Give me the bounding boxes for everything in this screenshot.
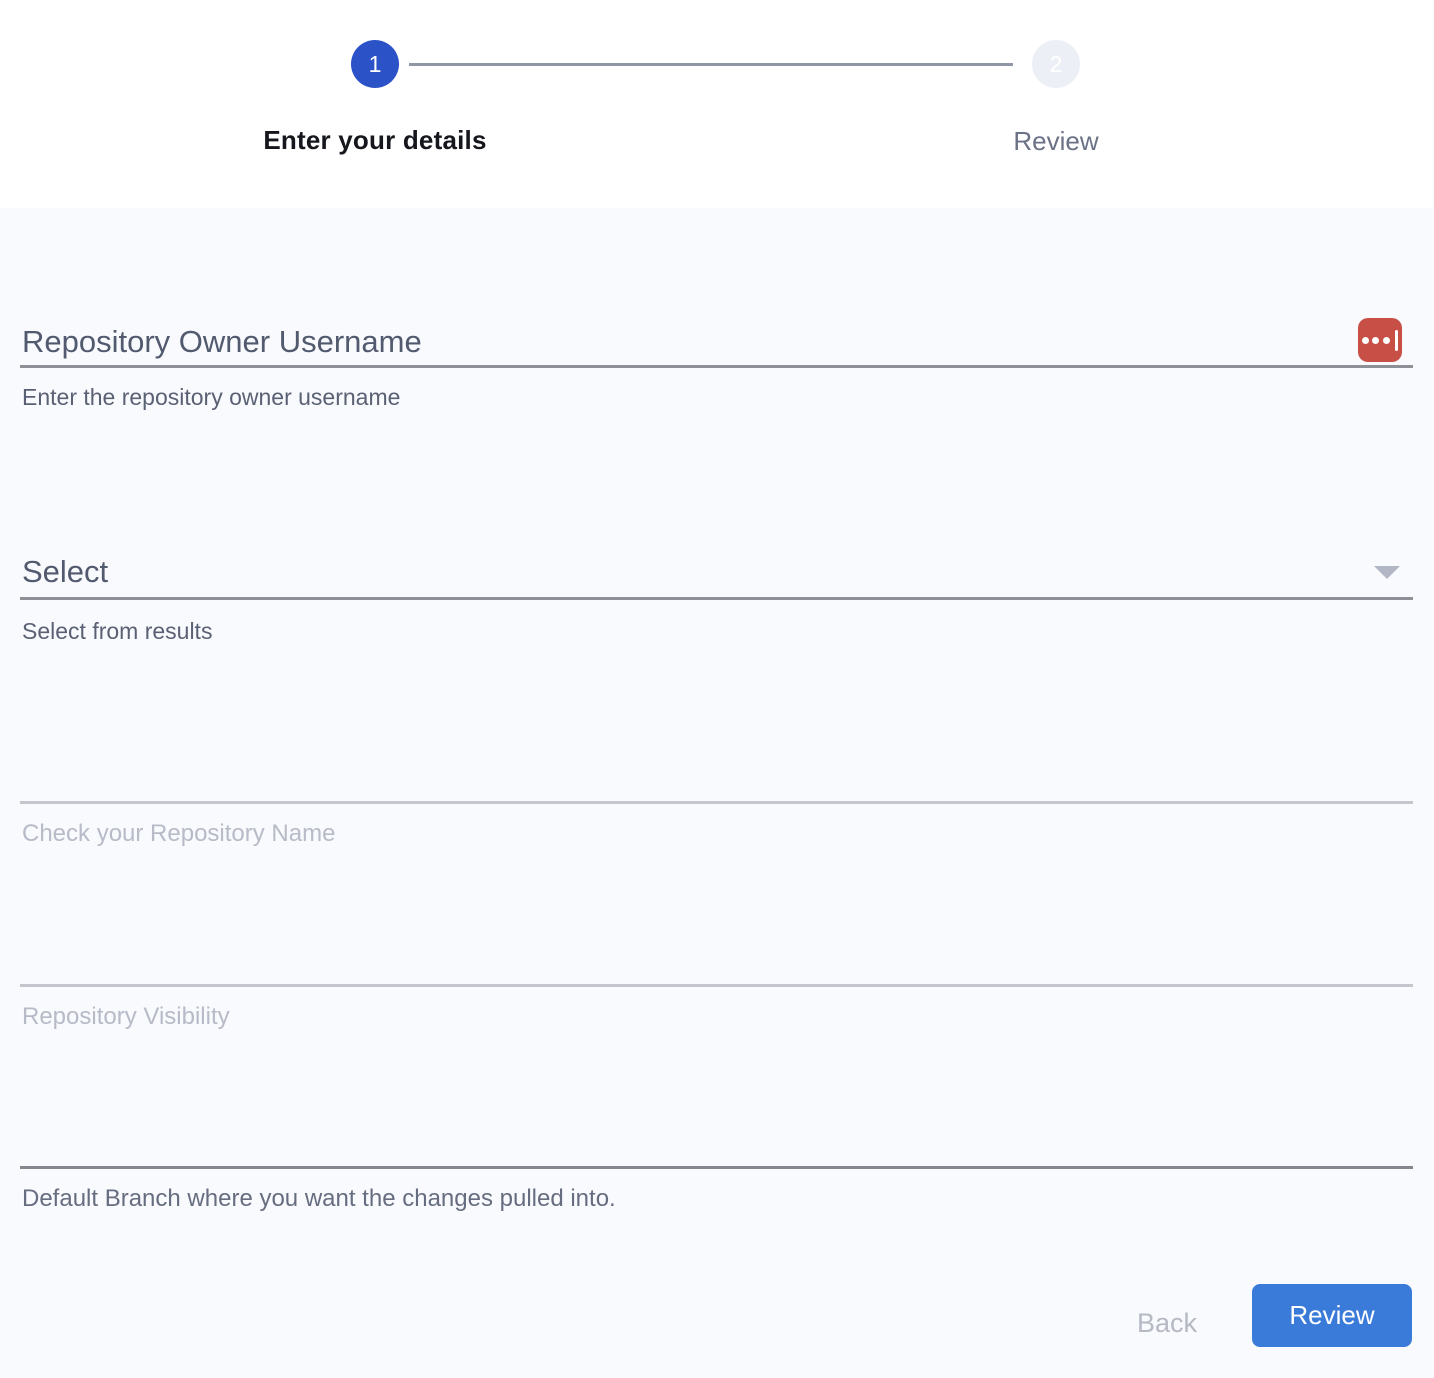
select-field-helper-text: Select from results: [22, 618, 212, 645]
stepper-header: 1 2 Enter your details Review: [0, 0, 1434, 208]
owner-field-underline: [20, 365, 1413, 368]
chevron-down-icon[interactable]: [1374, 566, 1400, 579]
repo-name-field[interactable]: Check your Repository Name: [22, 820, 335, 848]
repository-owner-username-input[interactable]: Repository Owner Username: [22, 324, 422, 360]
password-manager-icon-dot: [1362, 337, 1369, 344]
password-manager-icon-caret: [1395, 330, 1398, 351]
back-button[interactable]: Back: [1102, 1298, 1232, 1348]
step-1-number: 1: [369, 51, 382, 78]
password-manager-icon-dot: [1372, 337, 1379, 344]
step-2-indicator[interactable]: 2: [1032, 40, 1080, 88]
repository-select-dropdown[interactable]: Select: [22, 554, 108, 590]
review-button[interactable]: Review: [1252, 1284, 1412, 1347]
details-form: Repository Owner Username Enter the repo…: [0, 208, 1434, 1378]
stepper-connector-line: [409, 63, 1013, 66]
password-manager-icon-dot: [1383, 337, 1390, 344]
step-2-number: 2: [1050, 51, 1063, 78]
repo-visibility-field-underline: [20, 984, 1413, 987]
select-field-underline: [20, 597, 1413, 600]
owner-field-helper-text: Enter the repository owner username: [22, 384, 400, 411]
step-1-label: Enter your details: [175, 125, 575, 156]
wizard-screen: 1 2 Enter your details Review Repository…: [0, 0, 1434, 1378]
default-branch-helper-text: Default Branch where you want the change…: [22, 1185, 616, 1213]
repo-name-field-underline: [20, 801, 1413, 804]
step-1-indicator[interactable]: 1: [351, 40, 399, 88]
password-manager-icon[interactable]: [1358, 318, 1402, 362]
step-2-label: Review: [906, 126, 1206, 157]
default-branch-field-underline: [20, 1166, 1413, 1169]
repo-visibility-field[interactable]: Repository Visibility: [22, 1003, 230, 1031]
